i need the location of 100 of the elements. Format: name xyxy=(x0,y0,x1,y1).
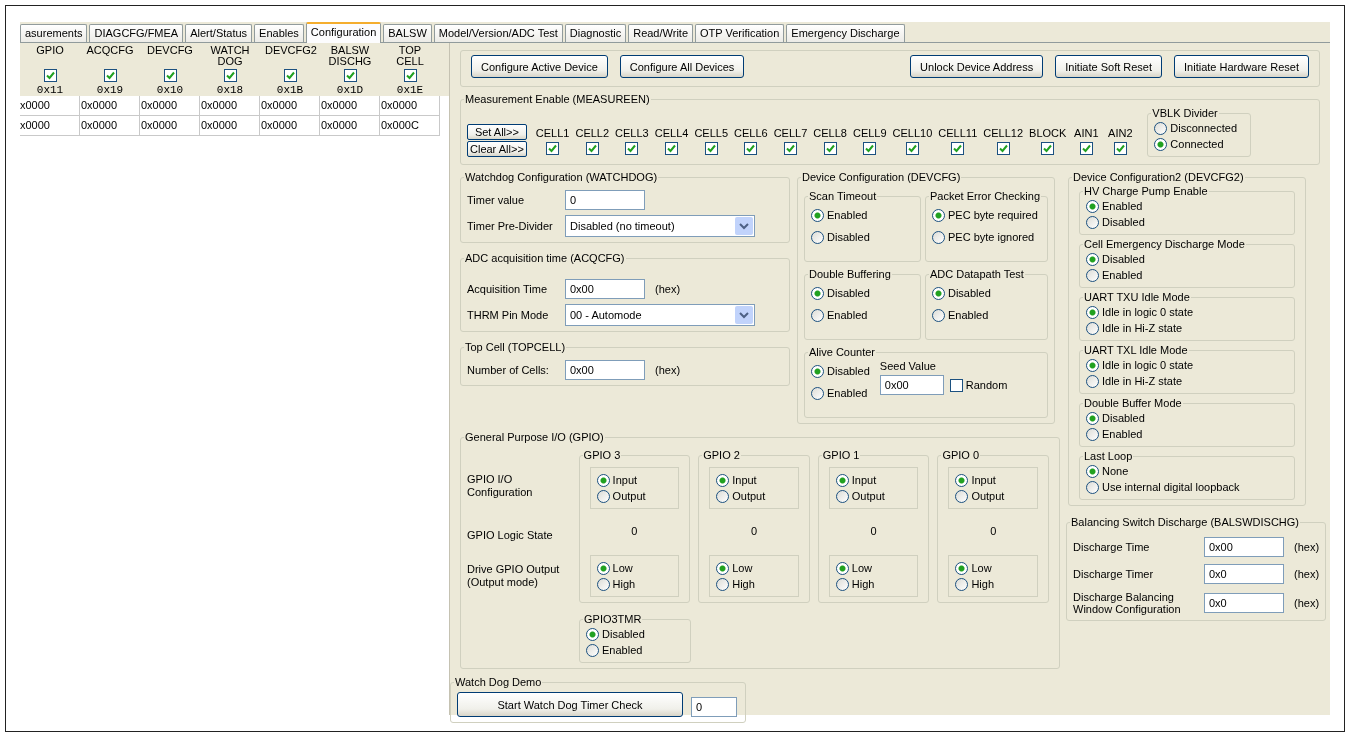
radio-button[interactable] xyxy=(931,286,945,300)
tab[interactable]: Enables xyxy=(254,24,304,42)
radio-button[interactable] xyxy=(596,577,610,591)
radio-label[interactable]: Disabled xyxy=(1102,215,1145,229)
input-field[interactable]: 0x00 xyxy=(1204,537,1284,557)
radio-label[interactable]: Disabled xyxy=(827,286,870,300)
radio-button[interactable] xyxy=(1086,427,1099,441)
radio-label[interactable]: Enabled xyxy=(1102,427,1143,441)
checkbox[interactable] xyxy=(905,142,919,155)
radio-button[interactable] xyxy=(596,489,610,503)
action-button[interactable]: Initiate Hardware Reset xyxy=(1174,55,1309,78)
radio-label[interactable]: Input xyxy=(851,473,877,487)
radio-label[interactable]: Idle in logic 0 state xyxy=(1102,358,1194,372)
checkbox[interactable] xyxy=(163,69,177,82)
radio-label[interactable]: Disabled xyxy=(1102,411,1145,425)
clear-all-button[interactable]: Clear All>> xyxy=(467,141,527,157)
radio-button[interactable] xyxy=(811,364,824,378)
radio-label[interactable]: Output xyxy=(971,489,1005,503)
radio-label[interactable]: Idle in logic 0 state xyxy=(1102,305,1194,319)
radio-button[interactable] xyxy=(596,561,610,575)
tab[interactable]: OTP Verification xyxy=(695,24,785,42)
checkbox[interactable]: Random xyxy=(949,378,1008,392)
set-all-button[interactable]: Set All>> xyxy=(467,124,527,140)
radio-button[interactable] xyxy=(835,561,849,575)
tab[interactable]: DIAGCFG/FMEA xyxy=(89,24,184,42)
radio-button[interactable] xyxy=(835,489,849,503)
action-button[interactable]: Configure All Devices xyxy=(619,55,745,78)
tab[interactable]: Emergency Discharge xyxy=(786,24,905,42)
radio-label[interactable]: Connected xyxy=(1170,137,1224,151)
checkbox[interactable] xyxy=(343,69,357,82)
radio-button[interactable] xyxy=(716,577,730,591)
input-field[interactable]: 0x0 xyxy=(1204,593,1284,613)
radio-label[interactable]: High xyxy=(612,577,636,591)
tab[interactable]: Diagnostic xyxy=(564,24,627,42)
radio-button[interactable] xyxy=(931,208,945,222)
checkbox[interactable] xyxy=(1113,142,1127,155)
radio-button[interactable] xyxy=(1086,358,1099,372)
radio-label[interactable]: Enabled xyxy=(827,386,868,400)
radio-button[interactable] xyxy=(811,286,824,300)
radio-label[interactable]: High xyxy=(732,577,755,591)
tab[interactable]: Read/Write xyxy=(628,24,693,42)
radio-label[interactable]: Low xyxy=(851,561,872,575)
tab[interactable]: Configuration xyxy=(305,22,382,43)
input-field[interactable]: 0 xyxy=(691,697,737,717)
radio-button[interactable] xyxy=(1086,321,1099,335)
radio-button[interactable] xyxy=(955,561,969,575)
radio-label[interactable]: Enabled xyxy=(827,308,868,322)
radio-label[interactable]: Disabled xyxy=(1102,252,1145,266)
radio-button[interactable] xyxy=(1086,252,1099,266)
radio-button[interactable] xyxy=(596,473,610,487)
radio-button[interactable] xyxy=(586,627,599,641)
checkbox[interactable] xyxy=(223,69,237,82)
radio-label[interactable]: Output xyxy=(851,489,885,503)
checkbox[interactable] xyxy=(283,69,297,82)
radio-label[interactable]: PEC byte required xyxy=(947,208,1038,222)
radio-label[interactable]: Idle in Hi-Z state xyxy=(1102,321,1183,335)
radio-button[interactable] xyxy=(586,643,599,657)
radio-button[interactable] xyxy=(811,308,824,322)
action-button[interactable]: Initiate Soft Reset xyxy=(1055,55,1163,78)
radio-label[interactable]: Input xyxy=(971,473,996,487)
radio-button[interactable] xyxy=(955,577,969,591)
radio-label[interactable]: Use internal digital loopback xyxy=(1102,480,1240,494)
checkbox[interactable] xyxy=(996,142,1010,155)
checkbox[interactable] xyxy=(783,142,797,155)
radio-button[interactable] xyxy=(931,230,945,244)
radio-label[interactable]: Enabled xyxy=(827,208,868,222)
radio-button[interactable] xyxy=(811,230,824,244)
checkbox[interactable] xyxy=(863,142,877,155)
radio-label[interactable]: Disabled xyxy=(827,230,870,244)
checkbox[interactable] xyxy=(1079,142,1093,155)
checkbox[interactable] xyxy=(625,142,639,155)
input-field[interactable]: 0x00 xyxy=(565,279,645,299)
input-field[interactable]: 0x0 xyxy=(1204,564,1284,584)
radio-label[interactable]: Output xyxy=(732,489,766,503)
action-button[interactable]: Unlock Device Address xyxy=(910,55,1044,78)
checkbox[interactable] xyxy=(43,69,57,82)
radio-label[interactable]: Idle in Hi-Z state xyxy=(1102,374,1183,388)
radio-label[interactable]: Low xyxy=(612,561,633,575)
radio-button[interactable] xyxy=(1086,411,1099,425)
radio-button[interactable] xyxy=(955,473,969,487)
radio-label[interactable]: Disabled xyxy=(827,364,870,378)
input-field[interactable]: 0x00 xyxy=(879,375,944,395)
radio-button[interactable] xyxy=(716,561,730,575)
radio-button[interactable] xyxy=(931,308,945,322)
tab[interactable]: asurements xyxy=(20,24,88,42)
radio-label[interactable]: Low xyxy=(732,561,753,575)
radio-label[interactable]: Disabled xyxy=(602,627,645,641)
radio-label[interactable]: Disconnected xyxy=(1170,121,1237,135)
radio-button[interactable] xyxy=(835,577,849,591)
start-button[interactable]: Start Watch Dog Timer Check xyxy=(457,692,683,717)
dropdown[interactable]: 00 - Automode xyxy=(565,304,755,326)
checkbox[interactable] xyxy=(403,69,417,82)
checkbox[interactable] xyxy=(951,142,965,155)
action-button[interactable]: Configure Active Device xyxy=(471,55,608,78)
tab[interactable]: BALSW xyxy=(383,24,432,42)
radio-label[interactable]: High xyxy=(971,577,994,591)
radio-button[interactable] xyxy=(1086,464,1099,478)
radio-button[interactable] xyxy=(1086,199,1099,213)
radio-button[interactable] xyxy=(1086,480,1099,494)
checkbox[interactable] xyxy=(823,142,837,155)
